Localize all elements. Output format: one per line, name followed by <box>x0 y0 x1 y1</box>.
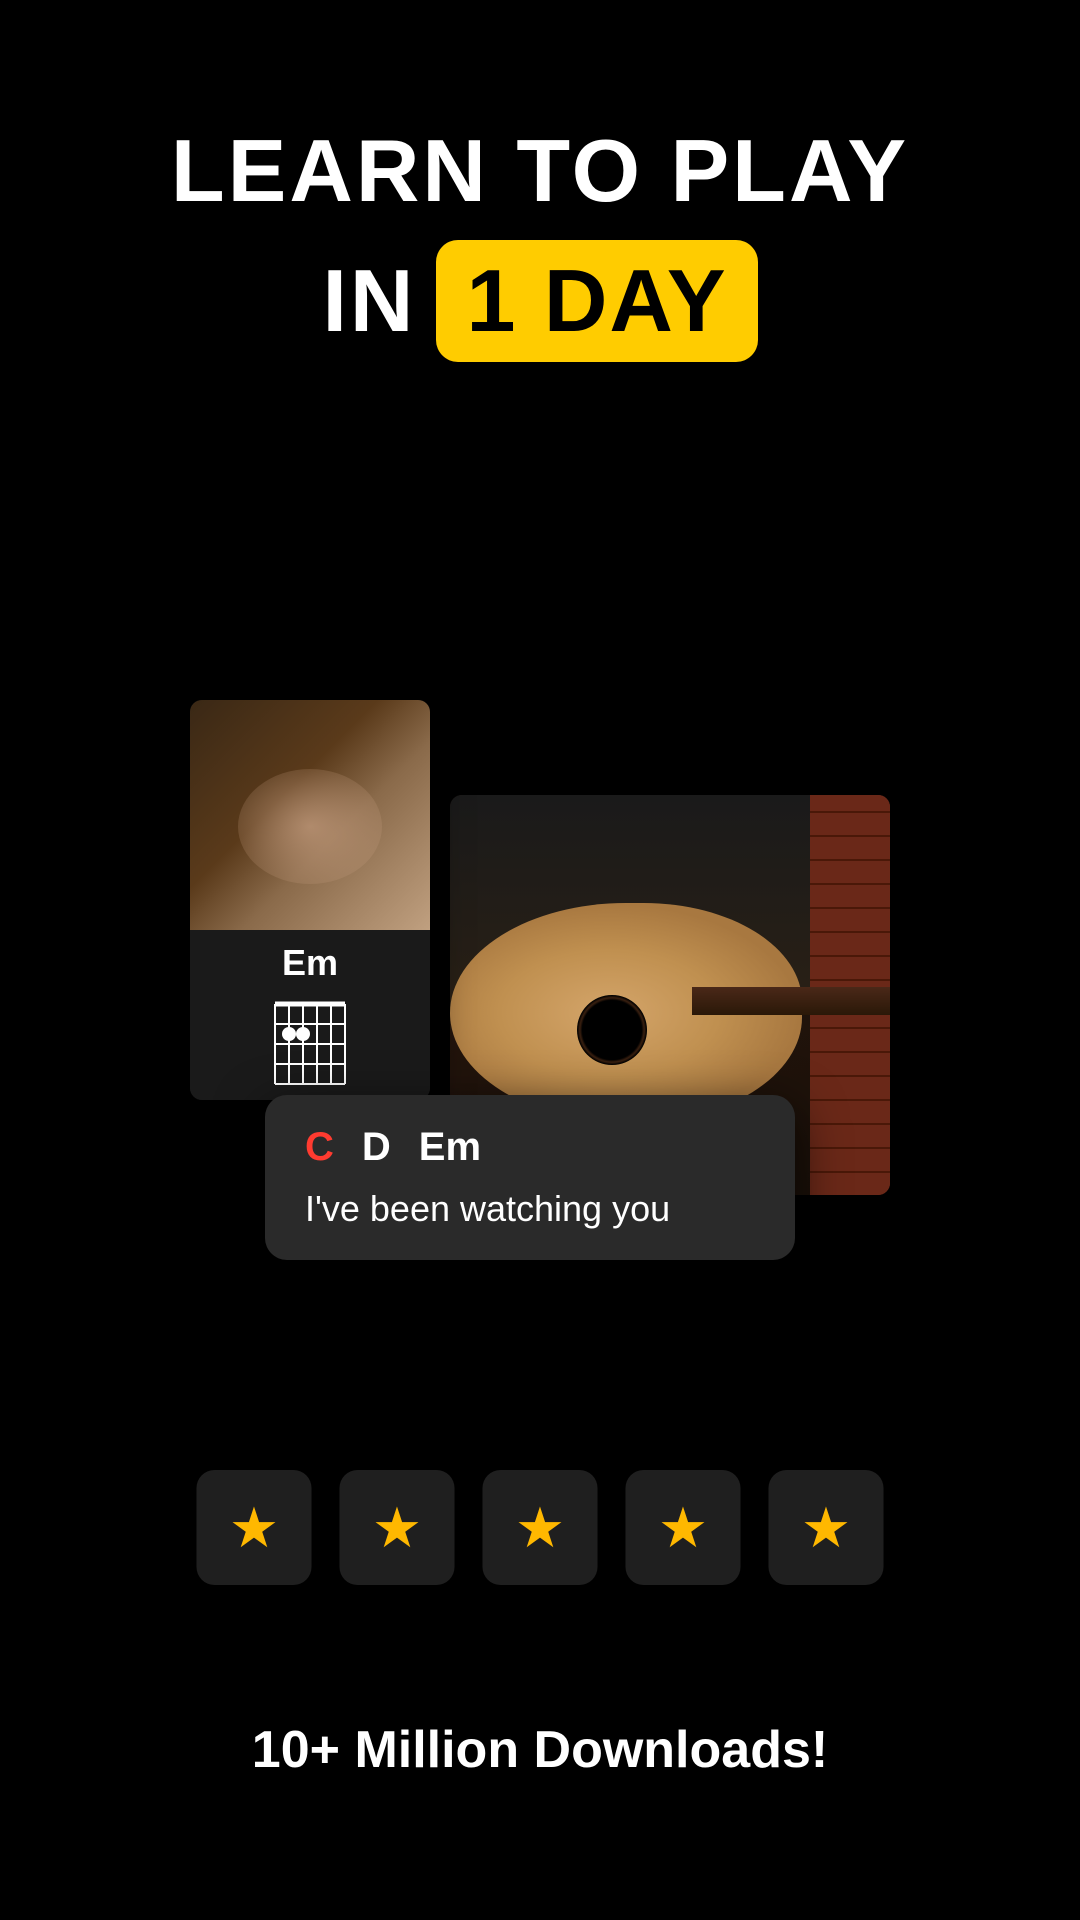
rating-row: ★ ★ ★ ★ ★ <box>197 1470 884 1585</box>
chord-item: D <box>362 1125 391 1170</box>
headline-line2: in 1 day <box>0 240 1080 362</box>
star-box: ★ <box>340 1470 455 1585</box>
star-box: ★ <box>626 1470 741 1585</box>
star-box: ★ <box>197 1470 312 1585</box>
star-box: ★ <box>483 1470 598 1585</box>
chord-row: C D Em <box>305 1125 755 1170</box>
downloads-label: 10+ Million Downloads! <box>0 1720 1080 1780</box>
star-icon: ★ <box>229 1495 279 1561</box>
headline-line1: Learn to play <box>0 120 1080 222</box>
guitar-soundhole <box>577 995 647 1065</box>
headline-highlight: 1 day <box>436 240 757 362</box>
chord-section: Em <box>190 930 430 1100</box>
lyrics-card: C D Em I've been watching you <box>265 1095 795 1260</box>
chord-label: Em <box>202 942 418 984</box>
star-icon: ★ <box>658 1495 708 1561</box>
star-box: ★ <box>769 1470 884 1585</box>
guitar-neck <box>692 987 890 1015</box>
fretboard-card: Em <box>190 700 430 1100</box>
chord-diagram-icon <box>260 992 360 1092</box>
star-icon: ★ <box>515 1495 565 1561</box>
lyrics-text: I've been watching you <box>305 1188 755 1230</box>
chord-item: Em <box>419 1125 481 1170</box>
headline: Learn to play in 1 day <box>0 120 1080 362</box>
star-icon: ★ <box>372 1495 422 1561</box>
media-preview: Em <box>190 700 890 1260</box>
fretboard-image <box>190 700 430 930</box>
headline-prefix: in <box>322 250 416 352</box>
chord-active: C <box>305 1125 334 1170</box>
star-icon: ★ <box>801 1495 851 1561</box>
